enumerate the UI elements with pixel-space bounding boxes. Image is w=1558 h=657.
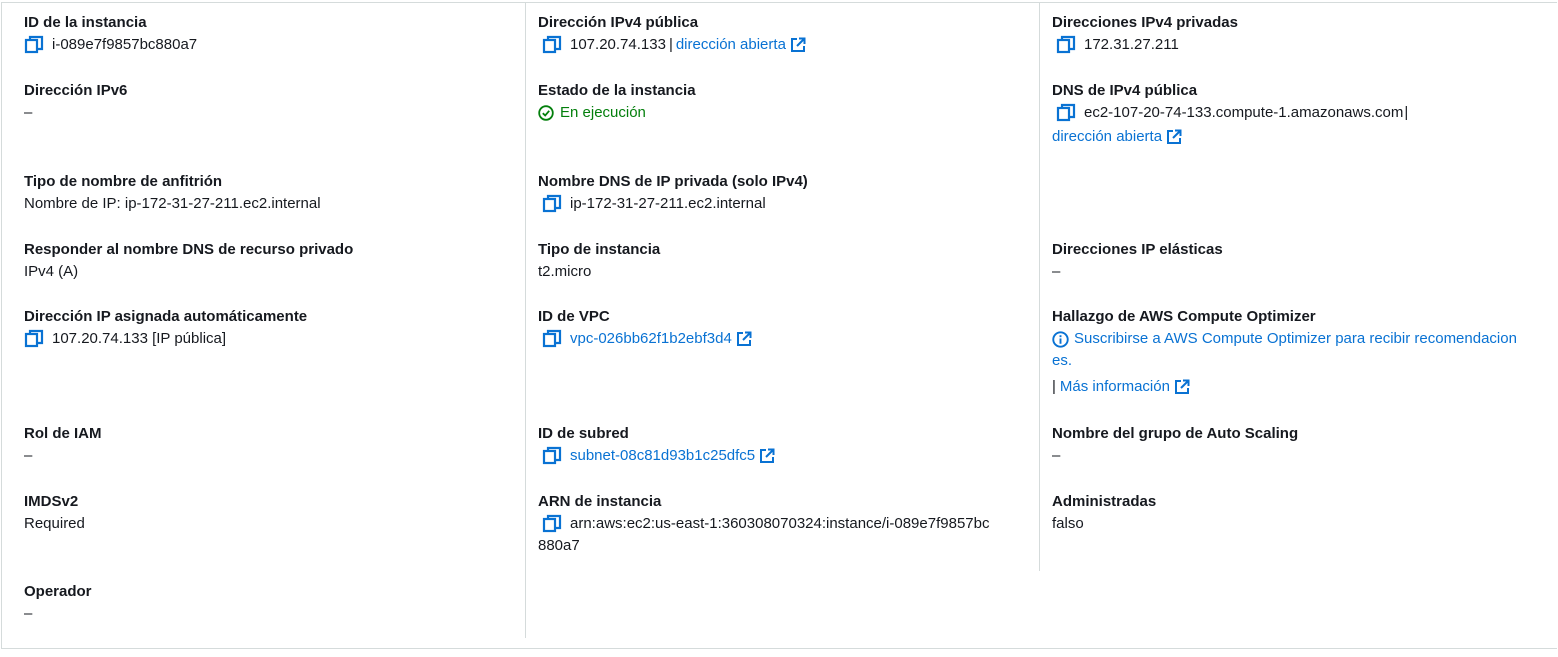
arn-value-line1: arn:aws:ec2:us-east-1:360308070324:insta… [570,515,990,532]
field-public-ipv4: Dirección IPv4 pública 107.20.74.133 | d… [538,13,806,56]
instance-id-value: i-089e7f9857bc880a7 [52,36,198,53]
instance-state-value: En ejecución [560,104,646,121]
copy-icon[interactable] [542,446,562,466]
vpc-link[interactable]: vpc-026bb62f1b2ebf3d4 [570,328,732,350]
public-dns-value: ec2-107-20-74-133.compute-1.amazonaws.co… [1084,104,1404,121]
check-circle-icon [538,105,554,121]
field-label: Responder al nombre DNS de recurso priva… [24,241,354,258]
column-divider [525,3,526,638]
field-hostname-type: Tipo de nombre de anfitrión Nombre de IP… [24,172,321,215]
external-link-icon[interactable] [759,448,775,464]
field-label: Dirección IPv6 [24,82,128,99]
open-address-link[interactable]: dirección abierta [1052,126,1162,148]
instance-type-value: t2.micro [538,263,592,280]
private-dns-value: ip-172-31-27-211.ec2.internal [570,195,766,212]
field-private-ipv4: Direcciones IPv4 privadas 172.31.27.211 [1052,13,1238,56]
field-subnet-id: ID de subred subnet-08c81d93b1c25dfc5 [538,424,775,467]
field-label: DNS de IPv4 pública [1052,82,1198,99]
field-ipv6: Dirección IPv6 – [24,81,127,124]
field-label: Nombre DNS de IP privada (solo IPv4) [538,173,808,190]
copy-icon[interactable] [1056,103,1076,123]
autoscaling-group-value: – [1052,447,1061,464]
field-private-dns: Nombre DNS de IP privada (solo IPv4) ip-… [538,172,808,215]
imdsv2-value: Required [24,515,85,532]
external-link-icon[interactable] [1174,379,1190,395]
arn-value-line2: 880a7 [538,537,580,554]
copy-icon[interactable] [24,329,44,349]
field-autoscaling-group: Nombre del grupo de Auto Scaling – [1052,424,1298,467]
external-link-icon[interactable] [790,37,806,53]
field-auto-ip: Dirección IP asignada automáticamente 10… [24,307,307,350]
field-label: Hallazgo de AWS Compute Optimizer [1052,308,1316,325]
field-label: Nombre del grupo de Auto Scaling [1052,425,1299,442]
field-label: IMDSv2 [24,493,79,510]
field-label: Direcciones IPv4 privadas [1052,14,1238,31]
field-label: Estado de la instancia [538,82,696,99]
field-operator: Operador – [24,582,92,625]
field-imdsv2: IMDSv2 Required [24,492,85,535]
copy-icon[interactable] [542,329,562,349]
subscribe-optimizer-link[interactable]: Suscribirse a AWS Compute Optimizer para… [1074,328,1517,350]
elastic-ip-value: – [1052,263,1061,280]
copy-icon[interactable] [1056,35,1076,55]
ipv6-value: – [24,104,33,121]
copy-icon[interactable] [542,194,562,214]
field-compute-optimizer: Hallazgo de AWS Compute Optimizer Suscri… [1052,307,1517,398]
field-label: Rol de IAM [24,425,102,442]
subnet-link[interactable]: subnet-08c81d93b1c25dfc5 [570,445,755,467]
field-label: Direcciones IP elásticas [1052,241,1223,258]
hostname-type-value: Nombre de IP: ip-172-31-27-211.ec2.inter… [24,195,321,212]
subscribe-optimizer-link-cont[interactable]: es. [1052,350,1517,372]
external-link-icon[interactable] [736,331,752,347]
field-label: Administradas [1052,493,1157,510]
field-managed: Administradas falso [1052,492,1156,535]
field-label: ID de subred [538,425,629,442]
field-label: ARN de instancia [538,493,662,510]
separator: | [668,36,673,53]
open-address-link[interactable]: dirección abierta [676,34,786,56]
field-iam-role: Rol de IAM – [24,424,102,467]
dns-response-value: IPv4 (A) [24,263,79,280]
field-label: Tipo de nombre de anfitrión [24,173,223,190]
iam-role-value: – [24,447,33,464]
more-info-link[interactable]: Más información [1060,376,1170,398]
operator-value: – [24,605,33,622]
field-public-dns: DNS de IPv4 pública ec2-107-20-74-133.co… [1052,81,1408,148]
copy-icon[interactable] [542,514,562,534]
field-label: ID de la instancia [24,14,147,31]
field-instance-type: Tipo de instancia t2.micro [538,240,660,283]
public-ipv4-value: 107.20.74.133 [570,36,666,53]
separator: | [1052,378,1056,395]
field-label: Tipo de instancia [538,241,661,258]
private-ipv4-value: 172.31.27.211 [1084,36,1179,53]
managed-value: falso [1052,515,1084,532]
field-label: Dirección IPv4 pública [538,14,699,31]
field-label: Dirección IP asignada automáticamente [24,308,308,325]
field-instance-id: ID de la instancia i-089e7f9857bc880a7 [24,13,197,56]
field-label: Operador [24,583,92,600]
field-dns-response: Responder al nombre DNS de recurso priva… [24,240,353,283]
column-divider [1039,3,1040,571]
info-icon [1052,330,1069,348]
copy-icon[interactable] [24,35,44,55]
copy-icon[interactable] [542,35,562,55]
field-label: ID de VPC [538,308,610,325]
field-instance-arn: ARN de instancia arn:aws:ec2:us-east-1:3… [538,492,989,557]
separator: | [1404,104,1409,121]
field-vpc-id: ID de VPC vpc-026bb62f1b2ebf3d4 [538,307,752,350]
field-instance-state: Estado de la instancia En ejecución [538,81,696,124]
external-link-icon[interactable] [1166,129,1182,145]
field-elastic-ip: Direcciones IP elásticas – [1052,240,1223,283]
auto-ip-value: 107.20.74.133 [IP pública] [52,330,227,347]
